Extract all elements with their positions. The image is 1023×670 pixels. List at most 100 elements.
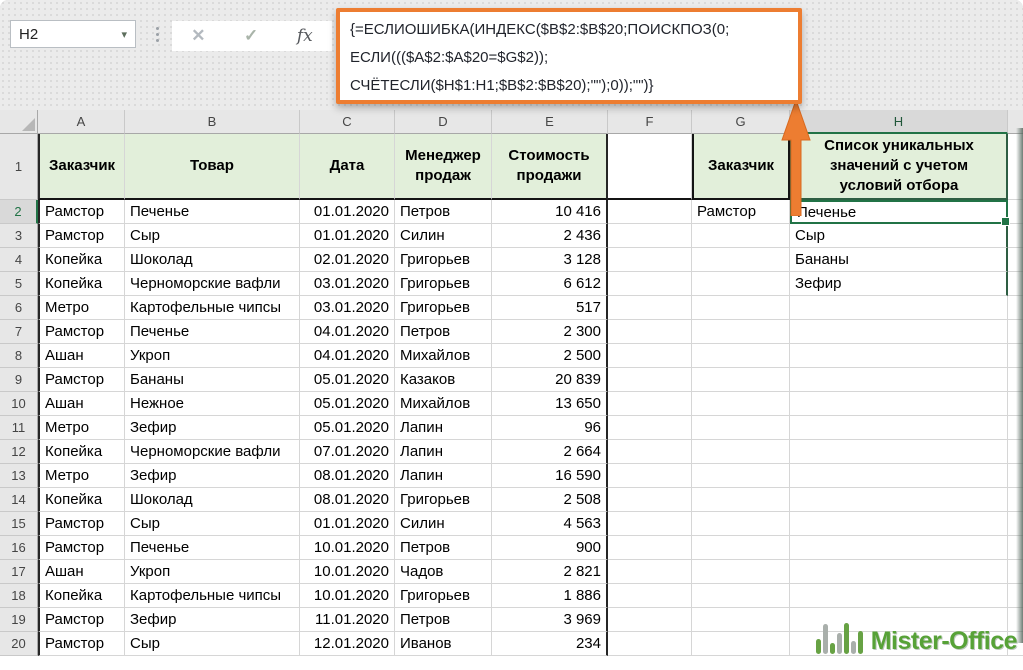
cell-H18[interactable] [790,584,1008,608]
cell-C20[interactable]: 12.01.2020 [300,632,395,656]
row-header-9[interactable]: 9 [0,368,38,392]
cell-H4[interactable]: Бананы [790,248,1008,272]
cell-B14[interactable]: Шоколад [125,488,300,512]
cell-E13[interactable]: 16 590 [492,464,608,488]
cell-H3[interactable]: Сыр [790,224,1008,248]
column-header-E[interactable]: E [492,110,608,134]
row-header-16[interactable]: 16 [0,536,38,560]
cell-H11[interactable] [790,416,1008,440]
cell-D14[interactable]: Григорьев [395,488,492,512]
cell-G18[interactable] [692,584,790,608]
cell-D5[interactable]: Григорьев [395,272,492,296]
cell-F14[interactable] [608,488,692,512]
row-header-7[interactable]: 7 [0,320,38,344]
cell-D13[interactable]: Лапин [395,464,492,488]
cell-D3[interactable]: Силин [395,224,492,248]
cell-E4[interactable]: 3 128 [492,248,608,272]
cell-C2[interactable]: 01.01.2020 [300,200,395,224]
cell-C4[interactable]: 02.01.2020 [300,248,395,272]
cell-D19[interactable]: Петров [395,608,492,632]
cell-A12[interactable]: Копейка [38,440,125,464]
cell-G14[interactable] [692,488,790,512]
cell-G10[interactable] [692,392,790,416]
cell-B17[interactable]: Укроп [125,560,300,584]
cell-E14[interactable]: 2 508 [492,488,608,512]
cell-B1[interactable]: Товар [125,134,300,200]
cell-B5[interactable]: Черноморские вафли [125,272,300,296]
cell-B18[interactable]: Картофельные чипсы [125,584,300,608]
enter-icon[interactable]: ✓ [244,26,258,46]
cell-E9[interactable]: 20 839 [492,368,608,392]
cell-A19[interactable]: Рамстор [38,608,125,632]
row-header-12[interactable]: 12 [0,440,38,464]
cell-H9[interactable] [790,368,1008,392]
cell-C5[interactable]: 03.01.2020 [300,272,395,296]
cell-B12[interactable]: Черноморские вафли [125,440,300,464]
cell-C1[interactable]: Дата [300,134,395,200]
cell-H2[interactable]: Печенье [790,200,1008,224]
cell-E7[interactable]: 2 300 [492,320,608,344]
cell-A2[interactable]: Рамстор [38,200,125,224]
cell-G11[interactable] [692,416,790,440]
cell-B2[interactable]: Печенье [125,200,300,224]
cell-G8[interactable] [692,344,790,368]
cell-B9[interactable]: Бананы [125,368,300,392]
cell-G13[interactable] [692,464,790,488]
column-header-F[interactable]: F [608,110,692,134]
row-header-5[interactable]: 5 [0,272,38,296]
cell-A7[interactable]: Рамстор [38,320,125,344]
row-header-17[interactable]: 17 [0,560,38,584]
cell-C9[interactable]: 05.01.2020 [300,368,395,392]
cell-B19[interactable]: Зефир [125,608,300,632]
cell-G19[interactable] [692,608,790,632]
cell-A1[interactable]: Заказчик [38,134,125,200]
cell-A11[interactable]: Метро [38,416,125,440]
cell-G20[interactable] [692,632,790,656]
cell-D15[interactable]: Силин [395,512,492,536]
cell-F20[interactable] [608,632,692,656]
cell-G2[interactable]: Рамстор [692,200,790,224]
cell-F13[interactable] [608,464,692,488]
cell-H10[interactable] [790,392,1008,416]
cell-E17[interactable]: 2 821 [492,560,608,584]
cell-H14[interactable] [790,488,1008,512]
insert-function-icon[interactable]: fx [297,26,313,46]
cell-F9[interactable] [608,368,692,392]
cell-A8[interactable]: Ашан [38,344,125,368]
cell-C7[interactable]: 04.01.2020 [300,320,395,344]
cell-A20[interactable]: Рамстор [38,632,125,656]
cell-D20[interactable]: Иванов [395,632,492,656]
cell-D11[interactable]: Лапин [395,416,492,440]
column-header-A[interactable]: A [38,110,125,134]
cell-C15[interactable]: 01.01.2020 [300,512,395,536]
row-header-10[interactable]: 10 [0,392,38,416]
cell-G7[interactable] [692,320,790,344]
cell-G1[interactable]: Заказчик [692,134,790,200]
cell-B8[interactable]: Укроп [125,344,300,368]
row-header-20[interactable]: 20 [0,632,38,656]
cell-E11[interactable]: 96 [492,416,608,440]
cell-F11[interactable] [608,416,692,440]
cell-H17[interactable] [790,560,1008,584]
row-header-4[interactable]: 4 [0,248,38,272]
cell-A9[interactable]: Рамстор [38,368,125,392]
cell-B15[interactable]: Сыр [125,512,300,536]
cell-F3[interactable] [608,224,692,248]
cell-B11[interactable]: Зефир [125,416,300,440]
cell-H7[interactable] [790,320,1008,344]
cell-B6[interactable]: Картофельные чипсы [125,296,300,320]
cell-E12[interactable]: 2 664 [492,440,608,464]
cell-C13[interactable]: 08.01.2020 [300,464,395,488]
cell-A14[interactable]: Копейка [38,488,125,512]
cell-E2[interactable]: 10 416 [492,200,608,224]
cell-D7[interactable]: Петров [395,320,492,344]
chevron-down-icon[interactable]: ▾ [121,28,127,41]
row-header-3[interactable]: 3 [0,224,38,248]
cell-E3[interactable]: 2 436 [492,224,608,248]
cell-H15[interactable] [790,512,1008,536]
row-header-2[interactable]: 2 [0,200,38,224]
cell-A16[interactable]: Рамстор [38,536,125,560]
row-header-11[interactable]: 11 [0,416,38,440]
cell-E18[interactable]: 1 886 [492,584,608,608]
column-header-D[interactable]: D [395,110,492,134]
